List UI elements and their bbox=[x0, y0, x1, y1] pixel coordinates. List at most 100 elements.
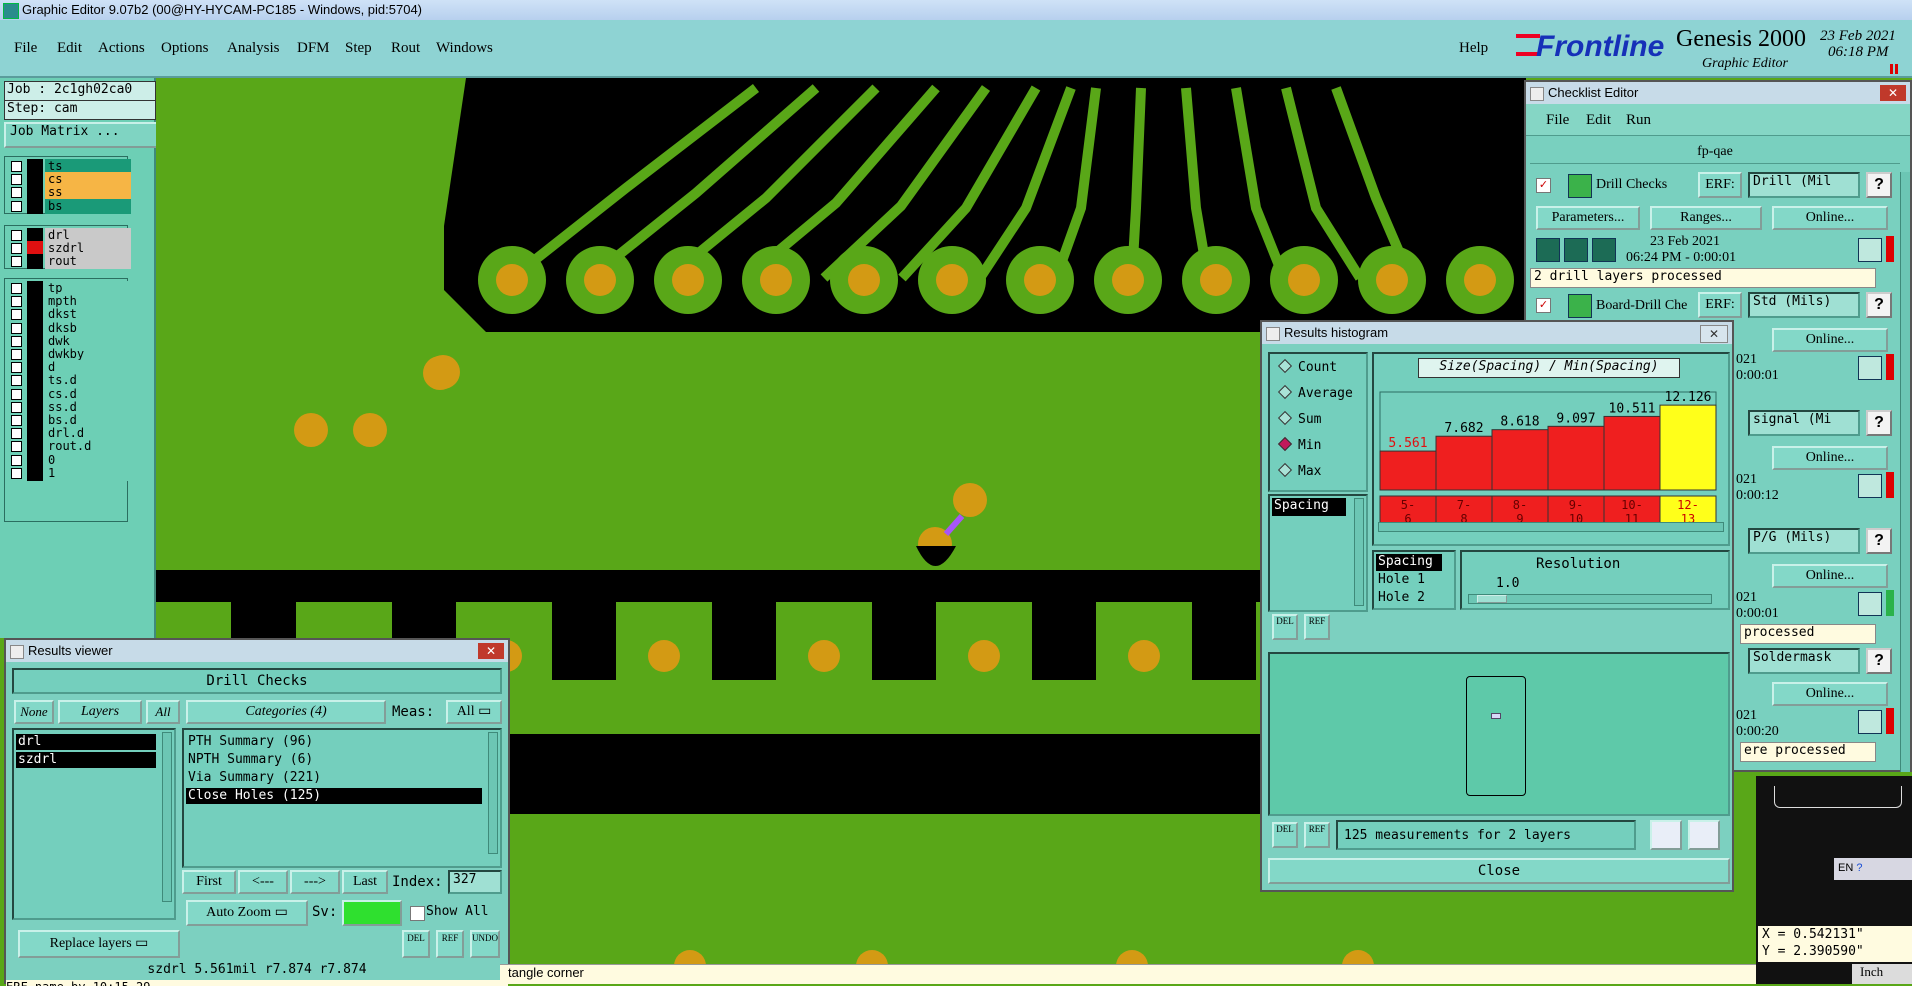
zoom-icon[interactable] bbox=[1858, 474, 1882, 498]
first-button[interactable]: First bbox=[182, 870, 236, 894]
next-button[interactable]: ---> bbox=[290, 870, 340, 894]
layer-checkbox[interactable] bbox=[11, 322, 22, 334]
layer-row[interactable]: 1 bbox=[11, 465, 131, 481]
layers-list[interactable]: drl szdrl bbox=[12, 728, 176, 920]
parameters-button[interactable]: Parameters... bbox=[1536, 206, 1640, 230]
mode-max-radio[interactable]: Max bbox=[1277, 462, 1321, 479]
del-button[interactable]: DEL bbox=[1272, 822, 1298, 848]
all-button[interactable]: All bbox=[146, 700, 180, 724]
help-icon[interactable]: ? bbox=[1866, 172, 1892, 198]
last-button[interactable]: Last bbox=[342, 870, 388, 894]
run-all-icon[interactable] bbox=[1564, 238, 1588, 262]
layer-checkbox[interactable] bbox=[11, 375, 22, 387]
erf-field[interactable]: signal (Mi bbox=[1748, 410, 1860, 436]
export-all-icon[interactable] bbox=[1688, 820, 1720, 850]
ranges-button[interactable]: Ranges... bbox=[1650, 206, 1762, 230]
meas-select[interactable]: All ▭ bbox=[446, 700, 502, 724]
mode-average-radio[interactable]: Average bbox=[1277, 384, 1353, 401]
auto-zoom-select[interactable]: Auto Zoom ▭ bbox=[186, 900, 308, 926]
category-item[interactable]: Via Summary (221) bbox=[188, 770, 321, 785]
layers-scrollbar[interactable] bbox=[162, 732, 172, 902]
erf-field[interactable]: P/G (Mils) bbox=[1748, 528, 1860, 554]
run-icon[interactable] bbox=[1536, 238, 1560, 262]
measure-type-list[interactable]: Spacing Hole 1 Hole 2 bbox=[1372, 550, 1456, 610]
layer-checkbox[interactable] bbox=[11, 296, 22, 308]
show-all-checkbox[interactable] bbox=[410, 906, 425, 921]
layer-checkbox[interactable] bbox=[11, 309, 22, 321]
online-button[interactable]: Online... bbox=[1772, 682, 1888, 706]
layer-color-swatch[interactable] bbox=[27, 254, 43, 270]
measure-scrollbar[interactable] bbox=[1354, 498, 1364, 606]
menu-dfm[interactable]: DFM bbox=[297, 40, 330, 57]
ref-button[interactable]: REF bbox=[1304, 614, 1330, 640]
category-item-selected[interactable]: Close Holes (125) bbox=[186, 788, 482, 804]
online-button[interactable]: Online... bbox=[1772, 446, 1888, 470]
zoom-icon[interactable] bbox=[1858, 592, 1882, 616]
sv-color-select[interactable] bbox=[342, 900, 402, 926]
layer-name[interactable]: rout bbox=[45, 254, 131, 270]
erf-field[interactable]: Std (Mils) bbox=[1748, 292, 1860, 318]
layers-button[interactable]: Layers bbox=[58, 700, 142, 724]
checklist-scrollbar[interactable] bbox=[1900, 172, 1910, 772]
category-item[interactable]: PTH Summary (96) bbox=[188, 734, 313, 749]
help-icon[interactable]: ? bbox=[1866, 528, 1892, 554]
help-icon[interactable]: ? bbox=[1866, 292, 1892, 318]
export-icon[interactable] bbox=[1650, 820, 1682, 850]
erf-field[interactable]: Drill (Mil bbox=[1748, 172, 1860, 198]
menu-file[interactable]: File bbox=[14, 40, 37, 57]
mode-count-radio[interactable]: Count bbox=[1277, 358, 1337, 375]
layer-checkbox[interactable] bbox=[11, 349, 22, 360]
close-icon[interactable]: ✕ bbox=[1700, 325, 1728, 343]
del-button[interactable]: DEL bbox=[402, 930, 430, 958]
layer-checkbox[interactable] bbox=[11, 467, 22, 479]
layer-checkbox[interactable] bbox=[11, 401, 22, 413]
zoom-icon[interactable] bbox=[1858, 356, 1882, 380]
measure-type-item[interactable]: Hole 2 bbox=[1376, 590, 1425, 605]
erf-field[interactable]: Soldermask bbox=[1748, 648, 1860, 674]
online-button[interactable]: Online... bbox=[1772, 328, 1888, 352]
measure-type-item[interactable]: Spacing bbox=[1376, 554, 1442, 571]
layer-name[interactable]: 1 bbox=[45, 465, 131, 481]
del-button[interactable]: DEL bbox=[1272, 614, 1298, 640]
layer-checkbox[interactable] bbox=[11, 256, 22, 268]
ref-button[interactable]: REF bbox=[1304, 822, 1330, 848]
histogram-close-button[interactable]: Close bbox=[1268, 858, 1730, 884]
menu-windows[interactable]: Windows bbox=[436, 40, 493, 57]
layer-checkbox[interactable] bbox=[11, 230, 22, 241]
layer-checkbox[interactable] bbox=[11, 174, 22, 186]
job-matrix-button[interactable]: Job Matrix ... bbox=[4, 122, 160, 148]
layer-checkbox[interactable] bbox=[11, 187, 22, 199]
erf-button[interactable]: ERF: bbox=[1698, 172, 1742, 198]
undo-button[interactable]: UNDO bbox=[470, 930, 500, 958]
language-indicator[interactable]: EN ? bbox=[1834, 858, 1912, 880]
help-icon[interactable]: ? bbox=[1866, 410, 1892, 436]
action-checkbox[interactable]: ✓ bbox=[1536, 298, 1551, 313]
measure-list-item[interactable]: Spacing bbox=[1272, 498, 1346, 516]
checklist-menu-edit[interactable]: Edit bbox=[1586, 112, 1611, 129]
layer-checkbox[interactable] bbox=[11, 428, 22, 440]
chart-scrollbar[interactable] bbox=[1378, 522, 1724, 532]
mode-min-radio[interactable]: Min bbox=[1277, 436, 1321, 453]
measure-type-item[interactable]: Hole 1 bbox=[1376, 572, 1425, 587]
layer-checkbox[interactable] bbox=[11, 415, 22, 426]
index-field[interactable]: 327 bbox=[448, 870, 502, 894]
layer-checkbox[interactable] bbox=[11, 388, 22, 400]
layer-checkbox[interactable] bbox=[11, 283, 22, 294]
none-button[interactable]: None bbox=[14, 700, 54, 724]
menu-analysis[interactable]: Analysis bbox=[227, 40, 280, 57]
online-button[interactable]: Online... bbox=[1772, 206, 1888, 230]
categories-list[interactable]: PTH Summary (96) NPTH Summary (6) Via Su… bbox=[182, 728, 502, 868]
layer-color-swatch[interactable] bbox=[27, 198, 43, 214]
menu-rout[interactable]: Rout bbox=[391, 40, 420, 57]
menu-step[interactable]: Step bbox=[345, 40, 372, 57]
layer-checkbox[interactable] bbox=[11, 335, 22, 347]
checklist-menu-file[interactable]: File bbox=[1546, 112, 1569, 129]
zoom-icon[interactable] bbox=[1858, 710, 1882, 734]
menu-edit[interactable]: Edit bbox=[57, 40, 82, 57]
online-button[interactable]: Online... bbox=[1772, 564, 1888, 588]
menu-help[interactable]: Help bbox=[1459, 40, 1488, 57]
ref-button[interactable]: REF bbox=[436, 930, 464, 958]
replace-layers-select[interactable]: Replace layers ▭ bbox=[18, 930, 180, 958]
layer-checkbox[interactable] bbox=[11, 200, 22, 212]
layer-checkbox[interactable] bbox=[11, 441, 22, 453]
